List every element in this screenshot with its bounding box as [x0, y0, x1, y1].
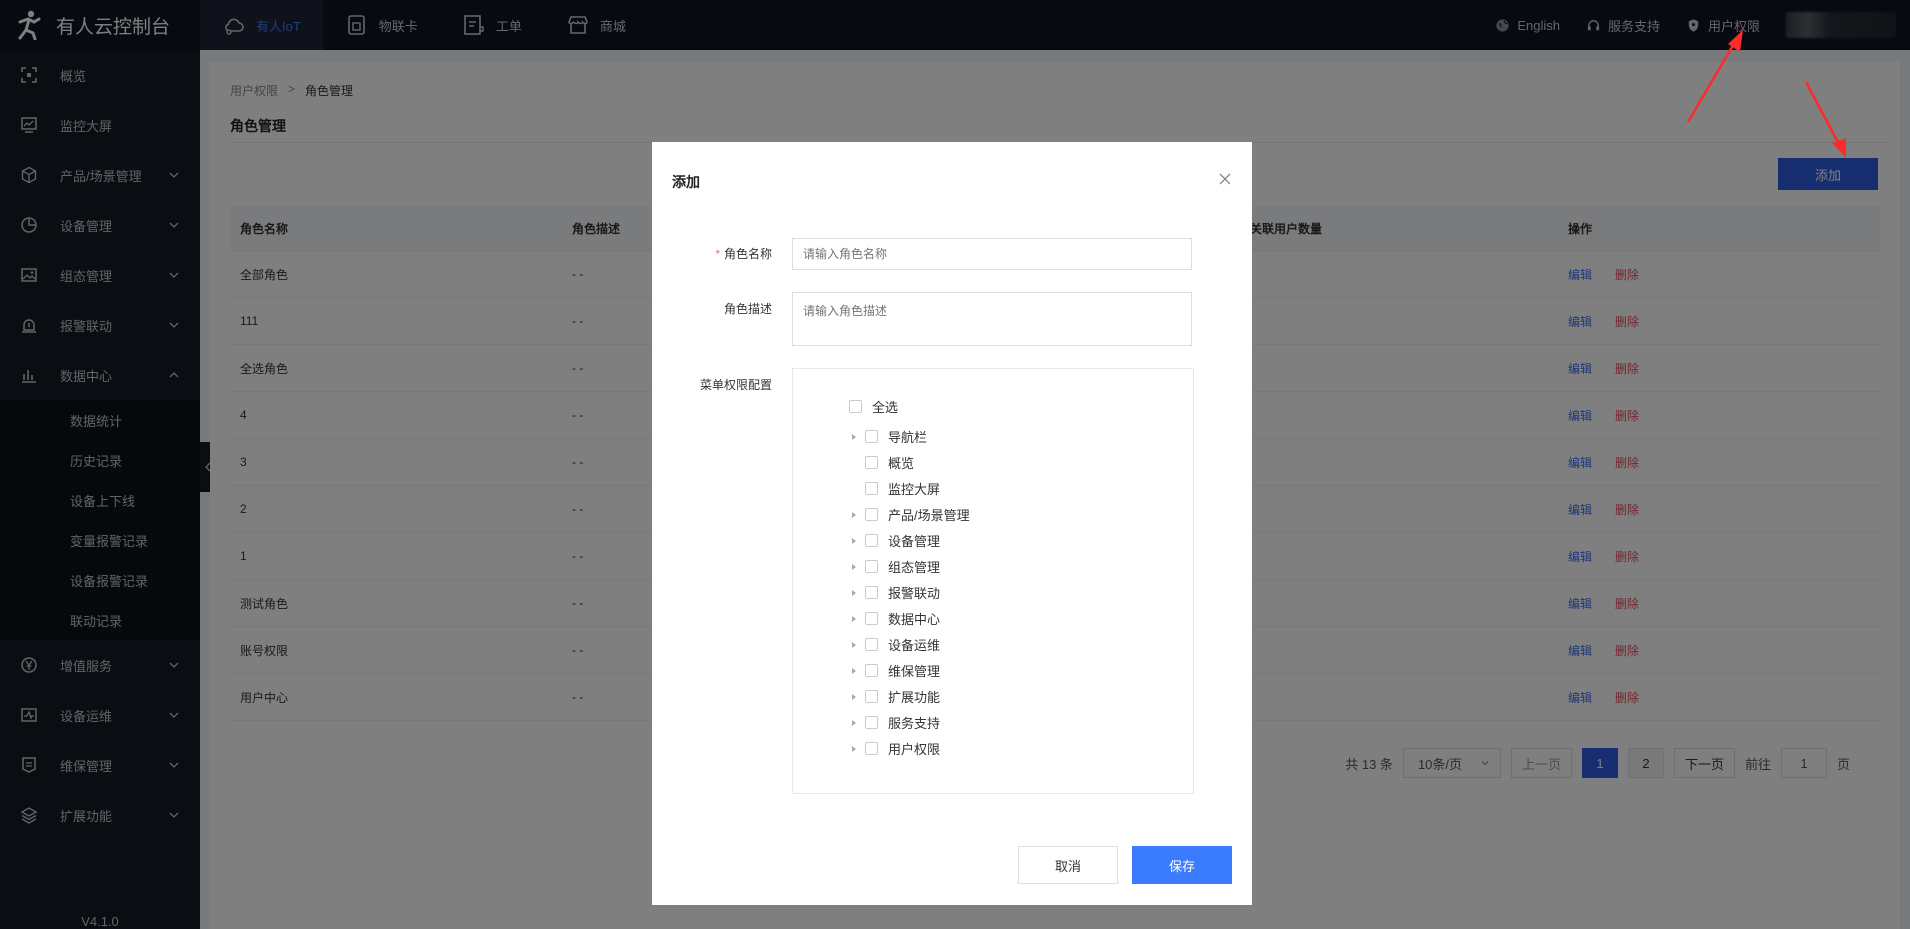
role-desc-textarea[interactable] — [792, 292, 1192, 346]
tree-node-label: 产品/场景管理 — [888, 508, 970, 523]
tree-node-checkbox[interactable] — [865, 638, 878, 651]
tree-node[interactable]: 扩展功能 — [849, 687, 940, 706]
tree-select-all[interactable]: 全选 — [849, 397, 898, 416]
select-all-label: 全选 — [872, 400, 899, 415]
tree-node-checkbox[interactable] — [865, 690, 878, 703]
tree-node-label: 服务支持 — [888, 716, 941, 731]
tree-node[interactable]: 数据中心 — [849, 609, 940, 628]
close-icon[interactable] — [1218, 172, 1232, 186]
tree-node[interactable]: 维保管理 — [849, 661, 940, 680]
tree-node-label: 报警联动 — [888, 586, 941, 601]
tree-node-checkbox[interactable] — [865, 560, 878, 573]
tree-node-checkbox[interactable] — [865, 534, 878, 547]
caret-right-icon[interactable] — [849, 432, 859, 442]
add-role-dialog: 添加 *角色名称 角色描述 菜单权限配置 全选 导航栏概览监控大屏产品/场景管理… — [652, 142, 1252, 905]
caret-right-icon[interactable] — [849, 614, 859, 624]
tree-node[interactable]: 导航栏 — [849, 427, 927, 446]
cancel-button[interactable]: 取消 — [1018, 846, 1118, 884]
caret-right-icon[interactable] — [849, 510, 859, 520]
caret-right-icon[interactable] — [849, 562, 859, 572]
tree-node-label: 概览 — [888, 456, 915, 471]
tree-node-checkbox[interactable] — [865, 612, 878, 625]
caret-right-icon[interactable] — [849, 536, 859, 546]
tree-node[interactable]: 报警联动 — [849, 583, 940, 602]
tree-node-label: 设备运维 — [888, 638, 941, 653]
tree-node-label: 导航栏 — [888, 430, 928, 445]
caret-right-icon[interactable] — [849, 666, 859, 676]
caret-right-icon[interactable] — [849, 744, 859, 754]
tree-node-checkbox[interactable] — [865, 430, 878, 443]
dialog-title: 添加 — [672, 174, 700, 190]
caret-right-icon[interactable] — [849, 640, 859, 650]
menu-permission-label: 菜单权限配置 — [699, 378, 772, 392]
tree-node-checkbox[interactable] — [865, 586, 878, 599]
tree-node[interactable]: 用户权限 — [849, 739, 940, 758]
tree-node-checkbox[interactable] — [865, 456, 878, 469]
role-name-input[interactable] — [792, 238, 1192, 270]
tree-node-label: 设备管理 — [888, 534, 941, 549]
tree-node[interactable]: 设备管理 — [849, 531, 940, 550]
tree-node[interactable]: 组态管理 — [849, 557, 940, 576]
tree-node-checkbox[interactable] — [865, 742, 878, 755]
role-name-label: * 角色名称 — [652, 245, 772, 262]
tree-node-checkbox[interactable] — [865, 508, 878, 521]
tree-node[interactable]: 服务支持 — [849, 713, 940, 732]
save-button[interactable]: 保存 — [1132, 846, 1232, 884]
tree-node[interactable]: 概览 — [849, 453, 914, 472]
tree-node[interactable]: 监控大屏 — [849, 479, 940, 498]
select-all-checkbox[interactable] — [849, 400, 862, 413]
role-desc-label: 角色描述 — [723, 302, 772, 316]
tree-node[interactable]: 产品/场景管理 — [849, 505, 970, 524]
caret-right-icon[interactable] — [849, 692, 859, 702]
caret-right-icon[interactable] — [849, 718, 859, 728]
tree-node-checkbox[interactable] — [865, 482, 878, 495]
tree-node-label: 监控大屏 — [888, 482, 941, 497]
tree-node-label: 数据中心 — [888, 612, 941, 627]
tree-node-checkbox[interactable] — [865, 664, 878, 677]
tree-node-label: 组态管理 — [888, 560, 941, 575]
tree-node-label: 用户权限 — [888, 742, 941, 757]
tree-node-label: 维保管理 — [888, 664, 941, 679]
tree-node-checkbox[interactable] — [865, 716, 878, 729]
permission-tree: 全选 导航栏概览监控大屏产品/场景管理 设备管理组态管理报警联动数据中心设备运维维… — [792, 368, 1194, 794]
required-mark: * — [715, 247, 720, 261]
tree-node-label: 扩展功能 — [888, 690, 941, 705]
tree-node[interactable]: 设备运维 — [849, 635, 940, 654]
role-name-label-text: 角色名称 — [723, 247, 772, 261]
caret-right-icon[interactable] — [849, 588, 859, 598]
